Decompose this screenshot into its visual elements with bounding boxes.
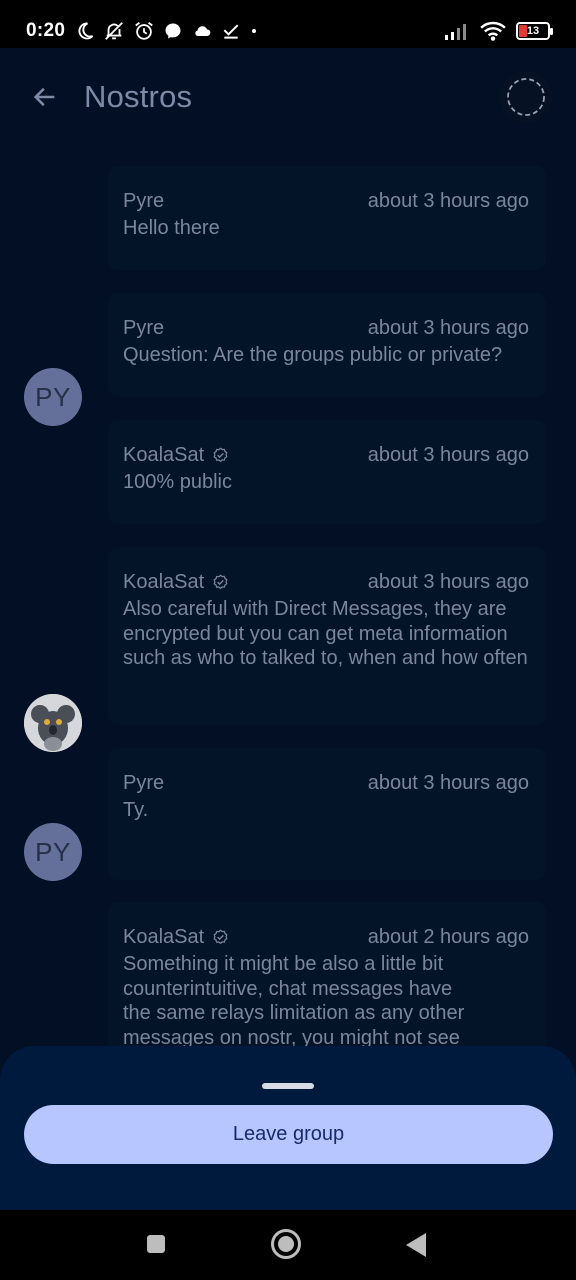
message-time: about 3 hours ago: [367, 316, 529, 339]
message-text: 100% public: [123, 471, 232, 493]
leave-group-button[interactable]: Leave group: [24, 1105, 553, 1164]
chat-message[interactable]: Pyre about 3 hours ago Hello there: [108, 166, 546, 270]
message-time: about 3 hours ago: [367, 189, 529, 212]
moon-icon: [78, 22, 94, 40]
square-icon: [147, 1235, 165, 1253]
message-author[interactable]: Pyre: [123, 772, 164, 795]
avatar-initials: PY: [35, 381, 71, 412]
message-text: Question: Are the groups public or priva…: [123, 344, 503, 366]
avatar[interactable]: PY: [24, 368, 82, 426]
message-author[interactable]: KoalaSat: [123, 571, 204, 594]
message-time: about 2 hours ago: [367, 925, 529, 948]
avatar[interactable]: [24, 694, 82, 752]
wifi-icon: [480, 21, 506, 41]
group-avatar-button[interactable]: [500, 71, 552, 123]
bottom-sheet: Leave group: [0, 1046, 576, 1210]
sheet-drag-handle[interactable]: [262, 1083, 314, 1089]
message-time: about 3 hours ago: [367, 771, 529, 794]
battery-icon: 13: [516, 22, 553, 40]
arrow-left-icon: [33, 87, 55, 107]
messenger-icon: [165, 23, 181, 39]
message-author[interactable]: KoalaSat: [123, 926, 204, 949]
back-button[interactable]: [30, 82, 60, 112]
triangle-back-icon: [406, 1233, 426, 1257]
message-author[interactable]: KoalaSat: [123, 444, 204, 467]
avatar[interactable]: PY: [24, 823, 82, 881]
alarm-icon: [135, 22, 154, 40]
verified-badge-icon: [212, 928, 229, 946]
page-title: Nostros: [84, 79, 193, 114]
system-navigation-bar: [0, 1210, 576, 1280]
top-app-bar: Nostros: [0, 48, 576, 146]
message-author[interactable]: Pyre: [123, 190, 164, 213]
group-chat-screen: Nostros Pyre about 3 hours ago Hello the…: [0, 48, 576, 1210]
message-text: Hello there: [123, 217, 220, 239]
status-time: 0:20: [26, 20, 66, 41]
home-circle-icon: [271, 1229, 301, 1259]
download-done-icon: [223, 24, 239, 39]
group-avatar-placeholder-icon: [507, 78, 545, 116]
verified-badge-icon: [212, 446, 229, 464]
message-time: about 3 hours ago: [367, 443, 529, 466]
message-text: Also careful with Direct Messages, they …: [123, 598, 528, 669]
message-author[interactable]: Pyre: [123, 317, 164, 340]
avatar-initials: PY: [35, 836, 71, 867]
chat-message[interactable]: Pyre about 3 hours ago Question: Are the…: [108, 293, 546, 397]
message-time: about 3 hours ago: [367, 570, 529, 593]
chat-message[interactable]: Pyre about 3 hours ago Ty.: [108, 748, 546, 880]
koala-avatar-icon: [24, 694, 82, 752]
chat-message[interactable]: KoalaSat about 3 hours ago 100% public: [108, 420, 546, 524]
cloud-icon: [195, 26, 211, 36]
verified-badge-icon: [212, 573, 229, 591]
signal-icon: [445, 24, 466, 40]
battery-level: 13: [526, 25, 540, 37]
home-button[interactable]: [270, 1228, 302, 1260]
recents-button[interactable]: [146, 1234, 166, 1254]
message-text: Ty.: [123, 799, 149, 821]
chat-message[interactable]: KoalaSat about 3 hours ago Also careful …: [108, 547, 546, 725]
dot-icon: [252, 29, 257, 33]
bell-off-icon: [105, 22, 124, 40]
back-nav-button[interactable]: [404, 1232, 428, 1258]
